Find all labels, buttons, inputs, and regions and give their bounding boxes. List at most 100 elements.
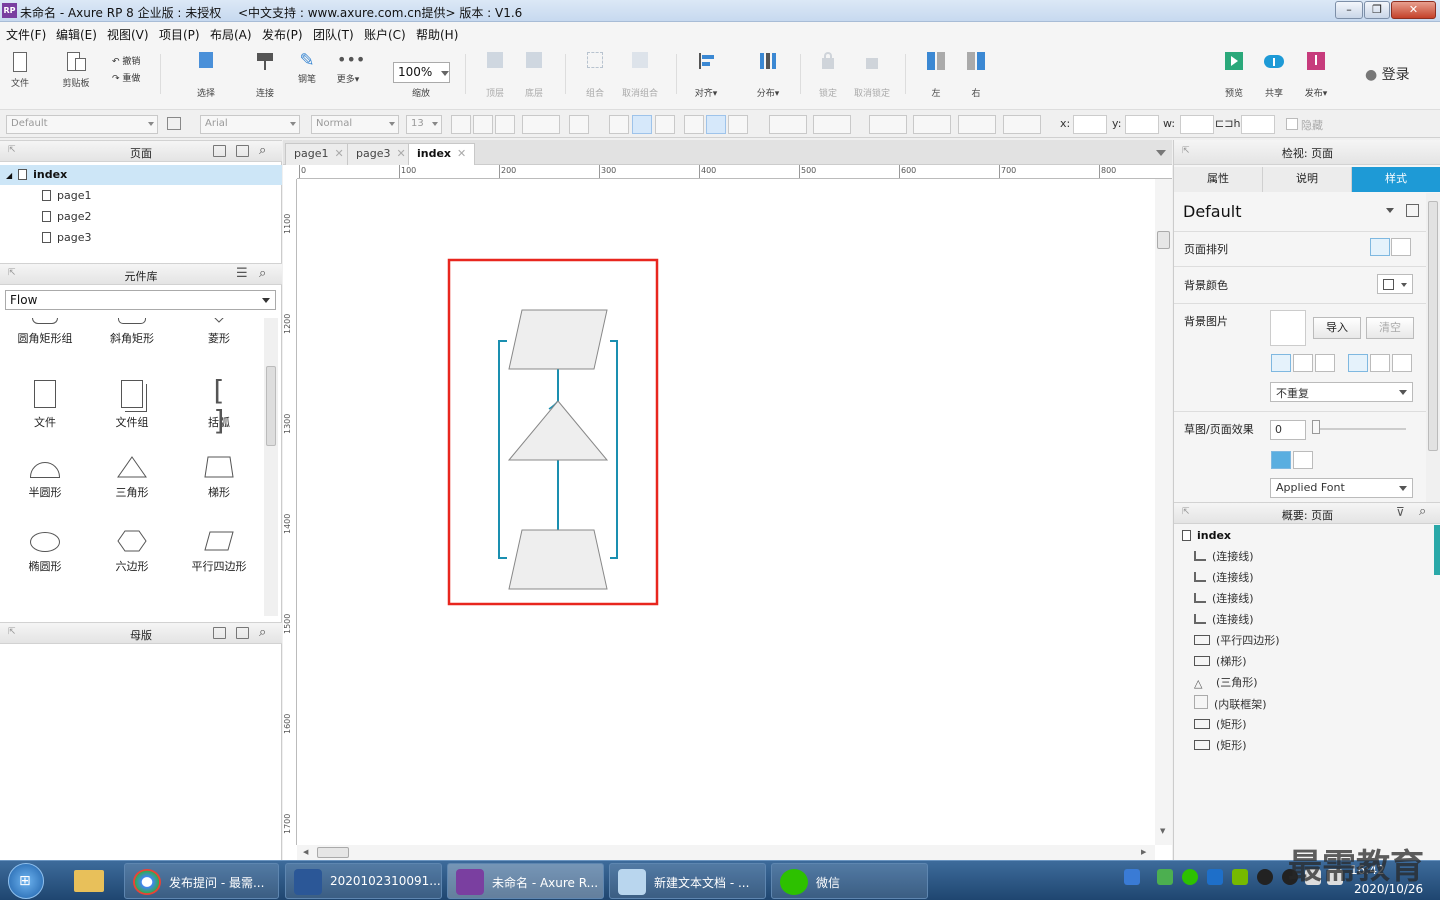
chevron-down-icon[interactable] bbox=[1386, 208, 1394, 213]
page-tree-item-page2[interactable]: page2 bbox=[42, 210, 91, 223]
bring-to-top-button[interactable]: 顶层 bbox=[480, 50, 510, 99]
taskbar-item-axure[interactable]: 未命名 - Axure R... bbox=[447, 863, 604, 899]
minimize-button[interactable]: – bbox=[1335, 1, 1363, 19]
add-folder-icon[interactable] bbox=[236, 627, 249, 639]
send-to-bottom-button[interactable]: 底层 bbox=[519, 50, 549, 99]
menu-edit[interactable]: 编辑(E) bbox=[56, 26, 97, 43]
image-align-right-button[interactable] bbox=[1315, 354, 1335, 372]
style-select[interactable]: Default bbox=[6, 115, 158, 134]
outline-item[interactable]: (梯形) bbox=[1194, 653, 1247, 669]
grayscale-mode-button[interactable] bbox=[1293, 451, 1313, 469]
parallelogram-shape[interactable] bbox=[508, 309, 608, 370]
add-page-icon[interactable] bbox=[213, 145, 226, 157]
ime-icon[interactable] bbox=[1124, 869, 1140, 885]
outline-item[interactable]: (内联框架) bbox=[1194, 695, 1267, 712]
more-button[interactable]: ••• 更多▾ bbox=[328, 50, 368, 85]
preview-button[interactable]: 预览 bbox=[1220, 50, 1248, 99]
publish-button[interactable]: 发布▾ bbox=[1298, 50, 1334, 99]
image-align-left-button[interactable] bbox=[1271, 354, 1291, 372]
tab-index[interactable]: index ✕ bbox=[408, 143, 476, 165]
sketch-input[interactable]: 0 bbox=[1270, 420, 1306, 440]
image-valign-bottom-button[interactable] bbox=[1392, 354, 1412, 372]
tab-style[interactable]: 样式 bbox=[1352, 167, 1440, 192]
italic-button[interactable] bbox=[473, 115, 493, 134]
pin-icon[interactable]: ⇱ bbox=[8, 627, 16, 637]
menu-view[interactable]: 视图(V) bbox=[107, 26, 149, 43]
outline-item[interactable]: (连接线) bbox=[1194, 590, 1254, 606]
line-color-button[interactable] bbox=[869, 115, 907, 134]
menu-layout[interactable]: 布局(A) bbox=[210, 26, 252, 43]
canvas-vertical-scrollbar[interactable]: ▼ bbox=[1155, 179, 1172, 845]
h-input[interactable] bbox=[1241, 115, 1275, 134]
library-item-bracket[interactable]: [ ] 括弧 bbox=[174, 376, 264, 436]
library-select[interactable]: Flow bbox=[5, 290, 276, 310]
bullet-button[interactable] bbox=[569, 115, 589, 134]
library-item-rounded-rect-group[interactable]: 圆角矩形组 bbox=[0, 318, 90, 346]
hide-checkbox[interactable] bbox=[1286, 118, 1298, 130]
menu-file[interactable]: 文件(F) bbox=[6, 26, 46, 43]
clear-button[interactable]: 清空 bbox=[1366, 317, 1414, 339]
align-button[interactable]: 对齐▾ bbox=[688, 50, 724, 99]
repeat-select[interactable]: 不重复 bbox=[1270, 382, 1413, 402]
tray-app-icon[interactable] bbox=[1157, 869, 1173, 885]
image-align-center-button[interactable] bbox=[1293, 354, 1313, 372]
left-panel-toggle-button[interactable]: 左 bbox=[922, 50, 950, 99]
bold-button[interactable] bbox=[451, 115, 471, 134]
nvidia-icon[interactable] bbox=[1232, 869, 1248, 885]
align-center-page-button[interactable] bbox=[1391, 238, 1411, 256]
start-button[interactable]: ⊞ bbox=[8, 863, 44, 899]
tray-wechat-icon[interactable] bbox=[1182, 869, 1198, 885]
scroll-thumb[interactable] bbox=[317, 847, 349, 858]
style-manage-icon[interactable] bbox=[1406, 204, 1419, 217]
group-button[interactable]: 组合 bbox=[580, 50, 610, 99]
qq-icon[interactable] bbox=[1257, 869, 1273, 885]
close-icon[interactable]: ✕ bbox=[396, 147, 405, 160]
connect-button[interactable]: 连接 bbox=[248, 50, 282, 99]
slider-handle[interactable] bbox=[1312, 420, 1320, 434]
pin-icon[interactable]: ⇱ bbox=[8, 145, 16, 155]
search-icon[interactable]: ⌕ bbox=[259, 143, 266, 158]
menu-account[interactable]: 账户(C) bbox=[364, 26, 406, 43]
ungroup-button[interactable]: 取消组合 bbox=[618, 50, 662, 99]
unlock-button[interactable]: 取消锁定 bbox=[852, 50, 892, 99]
taskbar-item-notepad[interactable]: 新建文本文档 - ... bbox=[609, 863, 766, 899]
distribute-button[interactable]: 分布▾ bbox=[750, 50, 786, 99]
x-input[interactable] bbox=[1073, 115, 1107, 134]
outline-item[interactable]: (连接线) bbox=[1194, 569, 1254, 585]
align-center-button[interactable] bbox=[632, 115, 652, 134]
taskbar-item-chrome[interactable]: 发布提问 - 最需... bbox=[124, 863, 279, 899]
add-folder-icon[interactable] bbox=[236, 145, 249, 157]
redo-button[interactable]: ↷ 重做 bbox=[112, 71, 140, 84]
align-right-button[interactable] bbox=[655, 115, 675, 134]
close-icon[interactable]: ✕ bbox=[457, 147, 466, 160]
style-name[interactable]: Default bbox=[1183, 202, 1241, 221]
tab-page3[interactable]: page3 ✕ bbox=[347, 143, 415, 165]
close-button[interactable]: ✕ bbox=[1391, 1, 1436, 19]
search-icon[interactable]: ⌕ bbox=[1419, 504, 1426, 519]
canvas-horizontal-scrollbar[interactable]: ◀ ▶ bbox=[297, 845, 1155, 860]
image-valign-top-button[interactable] bbox=[1348, 354, 1368, 372]
search-icon[interactable]: ⌕ bbox=[259, 625, 266, 640]
design-canvas[interactable] bbox=[297, 179, 1157, 845]
trapezoid-shape[interactable] bbox=[508, 529, 608, 590]
maximize-button[interactable]: ❐ bbox=[1364, 1, 1390, 19]
outline-item[interactable]: (连接线) bbox=[1194, 548, 1254, 564]
valign-top-button[interactable] bbox=[684, 115, 704, 134]
close-icon[interactable]: ✕ bbox=[334, 147, 343, 160]
library-item-file-group[interactable]: 文件组 bbox=[87, 380, 177, 430]
library-scrollbar[interactable] bbox=[264, 318, 278, 616]
sketch-slider[interactable] bbox=[1314, 428, 1406, 430]
library-item-diamond[interactable]: 菱形 bbox=[174, 318, 264, 346]
library-item-triangle[interactable]: 三角形 bbox=[87, 456, 177, 500]
login-button[interactable]: ● 登录 bbox=[1365, 64, 1410, 84]
clipboard-button[interactable]: 剪贴板 bbox=[56, 50, 96, 89]
scroll-down-icon[interactable]: ▼ bbox=[1160, 827, 1165, 835]
left-bracket-shape[interactable] bbox=[498, 340, 507, 559]
outline-item[interactable]: (矩形) bbox=[1194, 716, 1247, 732]
align-left-button[interactable] bbox=[609, 115, 629, 134]
font-weight-select[interactable]: Normal bbox=[311, 115, 399, 134]
scroll-right-icon[interactable]: ▶ bbox=[1141, 848, 1146, 856]
tab-properties[interactable]: 属性 bbox=[1174, 167, 1263, 192]
page-tree-item-page1[interactable]: page1 bbox=[42, 189, 91, 202]
right-panel-toggle-button[interactable]: 右 bbox=[962, 50, 990, 99]
